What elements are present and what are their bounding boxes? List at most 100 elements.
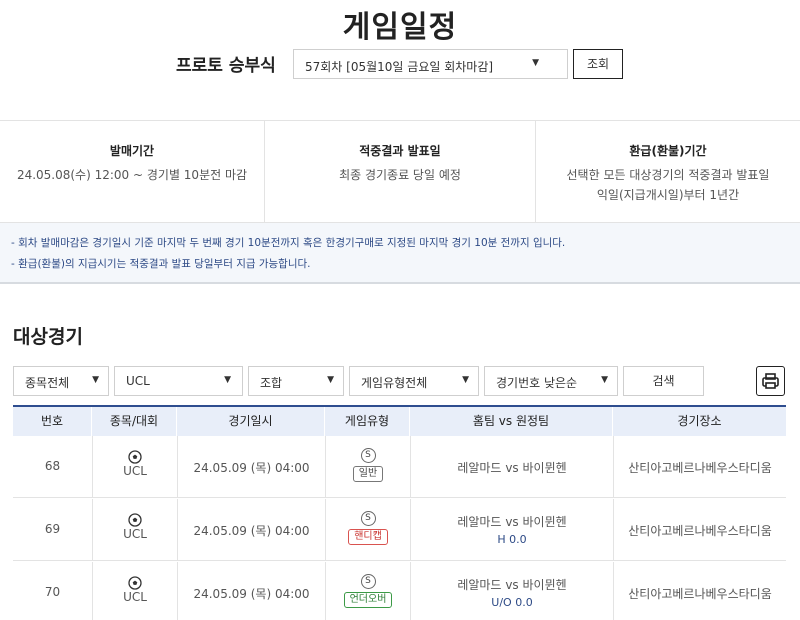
game-type-badge: 핸디캡 — [348, 529, 388, 545]
refund-period-head: 환급(환불)기간 — [629, 144, 707, 158]
chevron-down-icon: ▼ — [601, 375, 608, 385]
game-type-select[interactable]: 게임유형전체 ▼ — [349, 366, 479, 396]
vs-label: vs — [505, 578, 519, 592]
game-type-cell: S 일반 — [325, 436, 410, 498]
filter-row: 종목전체 ▼ UCL ▼ 조합 ▼ 게임유형전체 ▼ 경기번호 낮은순 ▼ 검색 — [0, 366, 800, 396]
table-row[interactable]: 69 UCL 24.05.09 (목) 04:00 S 핸디캡 레알마드 vs … — [13, 499, 786, 561]
query-button[interactable]: 조회 — [573, 49, 623, 79]
game-number-cell: 68 — [13, 436, 92, 498]
away-team: 바이뮌헨 — [522, 578, 567, 592]
round-label: 프로토 승부식 — [176, 56, 276, 76]
combo-select-value: 조합 — [260, 376, 283, 390]
notice-line: - 회차 발매마감은 경기일시 기준 마지막 두 번째 경기 10분전까지 혹은… — [11, 237, 566, 249]
col-header-venue: 경기장소 — [677, 414, 722, 428]
combo-select[interactable]: 조합 ▼ — [248, 366, 344, 396]
result-date-head: 적중결과 발표일 — [359, 144, 441, 158]
sport-s-badge: S — [360, 574, 376, 589]
sort-select[interactable]: 경기번호 낮은순 ▼ — [484, 366, 618, 396]
page-title: 게임일정 — [342, 10, 458, 45]
sport-s-badge: S — [360, 448, 376, 463]
notice-box: - 회차 발매마감은 경기일시 기준 마지막 두 번째 경기 10분전까지 혹은… — [0, 222, 800, 284]
league-name: UCL — [123, 590, 147, 604]
printer-icon — [762, 373, 779, 389]
chevron-down-icon: ▼ — [224, 375, 231, 385]
game-datetime: 24.05.09 (목) 04:00 — [193, 461, 310, 475]
game-number: 70 — [44, 585, 61, 599]
teams-cell: 레알마드 vs 바이뮌헨 H 0.0 — [410, 499, 613, 561]
sale-info-grid: 발매기간 24.05.08(수) 12:00 ~ 경기별 10분전 마감 적중결… — [0, 121, 800, 222]
chevron-down-icon: ▼ — [327, 375, 334, 385]
round-select[interactable]: 57회차 [05월10일 금요일 회차마감] ▼ — [293, 49, 568, 79]
col-header-league: 종목/대회 — [92, 407, 177, 436]
vs-label: vs — [505, 461, 519, 475]
table-header: 번호 종목/대회 경기일시 게임유형 홈팀 vs 원정팀 경기장소 — [13, 405, 786, 436]
league-cell: UCL — [92, 436, 177, 498]
sale-period-body: 24.05.08(수) 12:00 ~ 경기별 10분전 마감 — [16, 168, 248, 182]
col-header-datetime: 경기일시 — [177, 407, 325, 436]
datetime-cell: 24.05.09 (목) 04:00 — [177, 436, 325, 498]
venue-cell: 산티아고베르나베우스타디움 — [613, 562, 786, 620]
league-cell: UCL — [92, 499, 177, 561]
away-team: 바이뮌헨 — [522, 515, 567, 529]
sport-s-badge: S — [360, 511, 376, 526]
teams-cell: 레알마드 vs 바이뮌헨 — [410, 436, 613, 498]
game-number: 68 — [44, 459, 61, 473]
soccer-ball-icon — [128, 450, 142, 464]
table-row[interactable]: 68 UCL 24.05.09 (목) 04:00 S 일반 레알마드 vs 바… — [13, 436, 786, 498]
print-button[interactable] — [756, 366, 785, 396]
chevron-down-icon: ▼ — [92, 375, 99, 385]
handicap-value: H 0.0 — [497, 533, 527, 546]
refund-period-body: 선택한 모든 대상경기의 적중결과 발표일 익일(지급개시일)부터 1년간 — [536, 165, 800, 205]
col-header-game-type: 게임유형 — [325, 407, 410, 436]
underover-value: U/O 0.0 — [491, 596, 533, 609]
col-header-teams: 홈팀 vs 원정팀 — [410, 407, 613, 436]
venue-name: 산티아고베르나베우스타디움 — [628, 587, 772, 601]
round-selector-row: 프로토 승부식 57회차 [05월10일 금요일 회차마감] ▼ 조회 — [0, 49, 800, 79]
home-team: 레알마드 — [457, 461, 502, 475]
round-select-value: 57회차 [05월10일 금요일 회차마감] — [305, 60, 494, 74]
game-type-cell: S 언더오버 — [325, 562, 410, 620]
soccer-ball-icon — [128, 513, 142, 527]
result-date-col: 적중결과 발표일 최종 경기종료 당일 예정 — [264, 121, 535, 222]
game-datetime: 24.05.09 (목) 04:00 — [193, 587, 310, 601]
league-select-value: UCL — [126, 374, 150, 388]
away-team: 바이뮌헨 — [522, 461, 567, 475]
venue-cell: 산티아고베르나베우스타디움 — [613, 436, 786, 498]
home-team: 레알마드 — [457, 578, 502, 592]
notice-line: - 환급(환불)의 지급시기는 적중결과 발표 당일부터 지급 가능합니다. — [11, 258, 311, 270]
sort-select-value: 경기번호 낮은순 — [496, 376, 578, 390]
chevron-down-icon: ▼ — [532, 58, 539, 68]
datetime-cell: 24.05.09 (목) 04:00 — [177, 562, 325, 620]
sport-select[interactable]: 종목전체 ▼ — [13, 366, 109, 396]
datetime-cell: 24.05.09 (목) 04:00 — [177, 499, 325, 561]
soccer-ball-icon — [128, 576, 142, 590]
teams-cell: 레알마드 vs 바이뮌헨 U/O 0.0 — [410, 562, 613, 620]
league-name: UCL — [123, 464, 147, 478]
game-type-select-value: 게임유형전체 — [361, 376, 428, 390]
search-button[interactable]: 검색 — [623, 366, 704, 396]
game-datetime: 24.05.09 (목) 04:00 — [193, 524, 310, 538]
vs-label: vs — [505, 515, 519, 529]
sport-select-value: 종목전체 — [25, 376, 70, 390]
venue-cell: 산티아고베르나베우스타디움 — [613, 499, 786, 561]
home-team: 레알마드 — [457, 515, 502, 529]
game-number-cell: 70 — [13, 562, 92, 620]
col-header-number: 번호 — [13, 407, 92, 436]
game-type-badge: 일반 — [352, 466, 384, 482]
refund-period-line2: 익일(지급개시일)부터 1년간 — [596, 188, 740, 202]
result-date-body: 최종 경기종료 당일 예정 — [339, 168, 461, 182]
game-number: 69 — [44, 522, 61, 536]
sale-period-col: 발매기간 24.05.08(수) 12:00 ~ 경기별 10분전 마감 — [0, 121, 264, 222]
game-type-cell: S 핸디캡 — [325, 499, 410, 561]
refund-period-line1: 선택한 모든 대상경기의 적중결과 발표일 — [566, 168, 770, 182]
chevron-down-icon: ▼ — [462, 375, 469, 385]
table-row[interactable]: 70 UCL 24.05.09 (목) 04:00 S 언더오버 레알마드 vs… — [13, 562, 786, 620]
league-cell: UCL — [92, 562, 177, 620]
league-select[interactable]: UCL ▼ — [114, 366, 243, 396]
game-type-badge: 언더오버 — [343, 592, 393, 608]
venue-name: 산티아고베르나베우스타디움 — [628, 461, 772, 475]
sale-period-head: 발매기간 — [109, 144, 155, 158]
league-name: UCL — [123, 527, 147, 541]
venue-name: 산티아고베르나베우스타디움 — [628, 524, 772, 538]
refund-period-col: 환급(환불)기간 선택한 모든 대상경기의 적중결과 발표일 익일(지급개시일)… — [535, 121, 800, 222]
